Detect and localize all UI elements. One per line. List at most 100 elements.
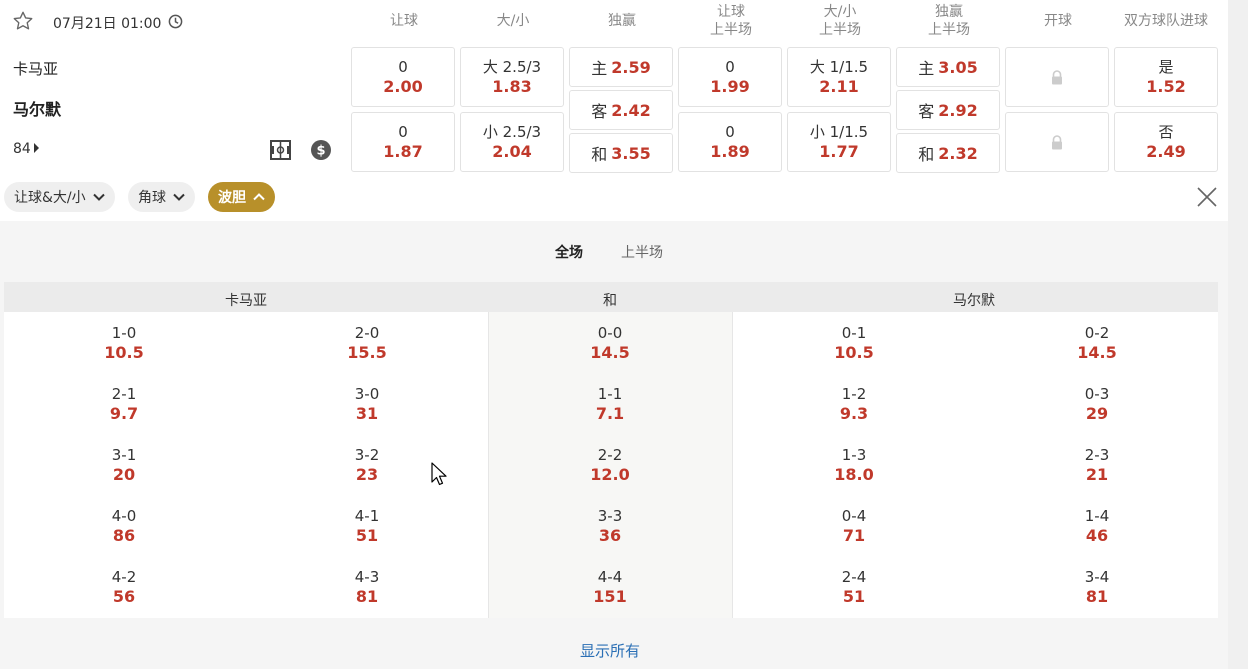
odds-value: 15.5 bbox=[347, 343, 387, 362]
odds-cell-total-over[interactable]: 大 2.5/3 1.83 bbox=[460, 47, 564, 107]
score-cell[interactable]: 3-2 23 bbox=[307, 446, 427, 485]
odds-cell-handicap-1h-away[interactable]: 0 1.89 bbox=[678, 112, 782, 172]
score-cell[interactable]: 2-3 21 bbox=[1037, 446, 1157, 485]
score-cell[interactable]: 0-3 29 bbox=[1037, 385, 1157, 424]
score-cell[interactable]: 1-4 46 bbox=[1037, 507, 1157, 546]
outcome-label: 是 bbox=[1158, 58, 1174, 76]
chip-label: 让球&大/小 bbox=[14, 190, 86, 206]
odds-value: 9.7 bbox=[109, 404, 139, 423]
odds-cell-btts-yes[interactable]: 是 1.52 bbox=[1114, 47, 1218, 107]
outcome-label: 主 bbox=[918, 59, 935, 78]
score-cell[interactable]: 3-1 20 bbox=[64, 446, 184, 485]
odds-value: 71 bbox=[842, 526, 866, 545]
chip-label: 波胆 bbox=[218, 190, 246, 206]
score-cell[interactable]: 1-2 9.3 bbox=[794, 385, 914, 424]
tab-first-half[interactable]: 上半场 bbox=[621, 242, 663, 262]
odds-value: 1.77 bbox=[819, 142, 859, 161]
score-label: 0-0 bbox=[597, 324, 623, 342]
odds-value: 14.5 bbox=[590, 343, 630, 362]
score-label: 4-1 bbox=[354, 507, 380, 525]
odds-cell-handicap-1h-home[interactable]: 0 1.99 bbox=[678, 47, 782, 107]
col-header-handicap-1h: 让球 上半场 bbox=[679, 3, 783, 39]
score-label: 4-0 bbox=[111, 507, 137, 525]
chevron-down-icon bbox=[92, 193, 105, 201]
score-cell[interactable]: 2-1 9.7 bbox=[64, 385, 184, 424]
score-label: 4-2 bbox=[111, 568, 137, 586]
handicap-line: 0 bbox=[398, 58, 408, 76]
odds-value: 2.04 bbox=[492, 142, 532, 161]
odds-value: 1.87 bbox=[383, 142, 423, 161]
odds-cell-total-under[interactable]: 小 2.5/3 2.04 bbox=[460, 112, 564, 172]
score-cell[interactable]: 1-1 7.1 bbox=[550, 385, 670, 424]
odds-value: 20 bbox=[112, 465, 136, 484]
cashout-dollar-icon[interactable]: $ bbox=[311, 140, 331, 160]
score-cell[interactable]: 2-0 15.5 bbox=[307, 324, 427, 363]
odds-cell-moneyline-away[interactable]: 客 2.42 bbox=[569, 90, 673, 130]
odds-value: 18.0 bbox=[834, 465, 874, 484]
score-cell[interactable]: 0-1 10.5 bbox=[794, 324, 914, 363]
odds-cell-moneyline-1h-away[interactable]: 客 2.92 bbox=[896, 90, 1000, 130]
header-away: 马尔默 bbox=[953, 293, 995, 309]
close-icon[interactable] bbox=[1196, 186, 1218, 208]
more-markets-link[interactable]: 84 bbox=[13, 141, 39, 157]
odds-value: 2.42 bbox=[611, 100, 651, 120]
odds-value: 14.5 bbox=[1077, 343, 1117, 362]
correct-score-table: 卡马亚 和 马尔默 1-0 10.5 2-1 9.7 3-1 20 4-0 86 4-2 56 2-… bbox=[4, 282, 1218, 618]
score-label: 4-4 bbox=[597, 568, 623, 586]
play-triangle-icon bbox=[33, 143, 39, 153]
score-cell[interactable]: 4-1 51 bbox=[307, 507, 427, 546]
odds-cell-kickoff-locked bbox=[1005, 112, 1109, 172]
odds-cell-moneyline-home[interactable]: 主 2.59 bbox=[569, 47, 673, 87]
col-header-moneyline: 独赢 bbox=[608, 13, 636, 29]
score-cell[interactable]: 0-2 14.5 bbox=[1037, 324, 1157, 363]
show-all-link[interactable]: 显示所有 bbox=[0, 640, 1220, 661]
tab-full-time[interactable]: 全场 bbox=[555, 242, 583, 262]
chip-corners[interactable]: 角球 bbox=[128, 182, 195, 212]
odds-cell-moneyline-draw[interactable]: 和 3.55 bbox=[569, 133, 673, 173]
odds-value: 10.5 bbox=[834, 343, 874, 362]
chevron-up-icon bbox=[253, 193, 265, 201]
col-header-moneyline-1h-l2: 上半场 bbox=[928, 22, 970, 38]
favorite-star-icon[interactable] bbox=[12, 10, 34, 32]
score-cell[interactable]: 4-2 56 bbox=[64, 568, 184, 607]
handicap-line: 0 bbox=[725, 123, 735, 141]
scrollbar[interactable] bbox=[1228, 0, 1248, 669]
odds-cell-total-1h-under[interactable]: 小 1/1.5 1.77 bbox=[787, 112, 891, 172]
odds-value: 31 bbox=[355, 404, 379, 423]
odds-cell-handicap-home[interactable]: 0 2.00 bbox=[351, 47, 455, 107]
score-label: 3-2 bbox=[354, 446, 380, 464]
score-cell[interactable]: 0-0 14.5 bbox=[550, 324, 670, 363]
score-label: 3-4 bbox=[1084, 568, 1110, 586]
lock-icon bbox=[1052, 69, 1062, 84]
score-label: 1-0 bbox=[111, 324, 137, 342]
home-team-name: 卡马亚 bbox=[13, 60, 59, 78]
chip-correct-score[interactable]: 波胆 bbox=[208, 182, 275, 212]
odds-value: 46 bbox=[1085, 526, 1109, 545]
odds-value: 2.00 bbox=[383, 77, 423, 96]
odds-cell-moneyline-1h-home[interactable]: 主 3.05 bbox=[896, 47, 1000, 87]
pitch-icon[interactable] bbox=[270, 140, 291, 160]
odds-value: 2.59 bbox=[611, 57, 651, 77]
score-cell[interactable]: 1-3 18.0 bbox=[794, 446, 914, 485]
col-header-handicap-1h-l1: 让球 bbox=[717, 4, 745, 20]
score-cell[interactable]: 4-0 86 bbox=[64, 507, 184, 546]
score-cell[interactable]: 4-3 81 bbox=[307, 568, 427, 607]
chip-handicap-total[interactable]: 让球&大/小 bbox=[4, 182, 115, 212]
score-cell[interactable]: 4-4 151 bbox=[550, 568, 670, 607]
score-cell[interactable]: 1-0 10.5 bbox=[64, 324, 184, 363]
score-cell[interactable]: 0-4 71 bbox=[794, 507, 914, 546]
odds-cell-moneyline-1h-draw[interactable]: 和 2.32 bbox=[896, 133, 1000, 173]
score-cell[interactable]: 2-4 51 bbox=[794, 568, 914, 607]
odds-value: 36 bbox=[598, 526, 622, 545]
score-label: 4-3 bbox=[354, 568, 380, 586]
lock-icon bbox=[1052, 134, 1062, 149]
score-cell[interactable]: 3-0 31 bbox=[307, 385, 427, 424]
score-cell[interactable]: 2-2 12.0 bbox=[550, 446, 670, 485]
odds-cell-total-1h-over[interactable]: 大 1/1.5 2.11 bbox=[787, 47, 891, 107]
score-cell[interactable]: 3-3 36 bbox=[550, 507, 670, 546]
odds-cell-btts-no[interactable]: 否 2.49 bbox=[1114, 112, 1218, 172]
odds-value: 7.1 bbox=[595, 404, 625, 423]
odds-value: 151 bbox=[593, 587, 627, 606]
score-cell[interactable]: 3-4 81 bbox=[1037, 568, 1157, 607]
odds-cell-handicap-away[interactable]: 0 1.87 bbox=[351, 112, 455, 172]
